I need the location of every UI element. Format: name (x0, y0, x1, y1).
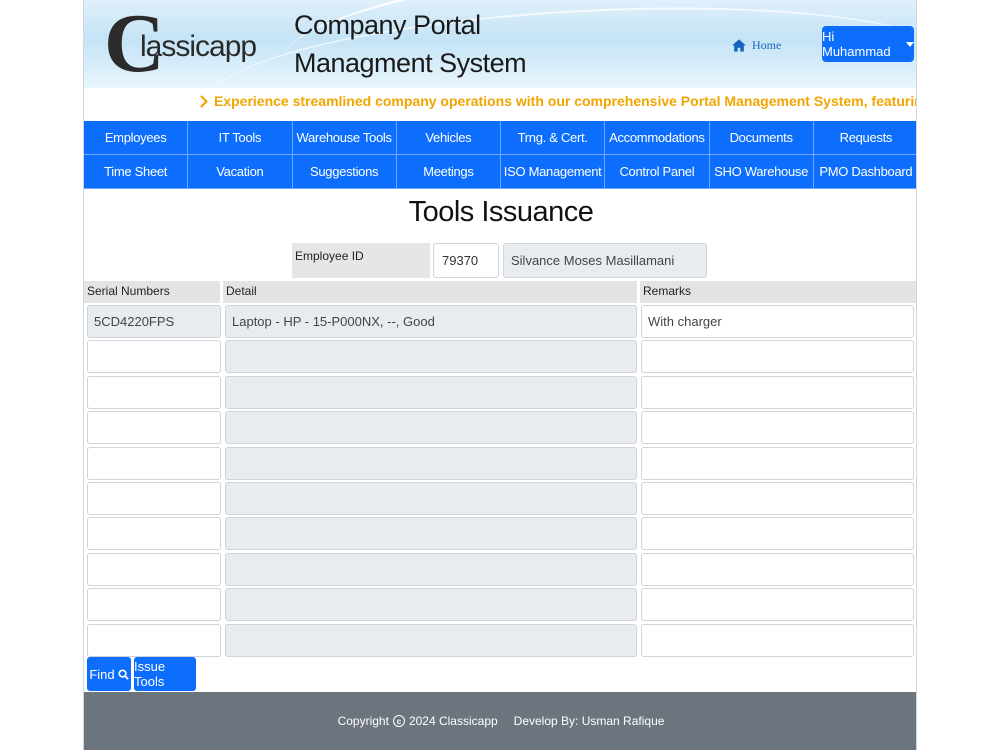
nav-item-it-tools[interactable]: IT Tools (188, 121, 293, 155)
remarks-input[interactable] (641, 375, 914, 409)
company-title-line2: Managment System (294, 48, 527, 78)
logo-text: lassicapp (140, 30, 257, 63)
page-title: Tools Issuance (408, 196, 594, 228)
table-row (84, 375, 916, 410)
serial-number-input[interactable] (87, 552, 221, 586)
copyright-label: Copyright (337, 714, 389, 728)
table-row (84, 623, 916, 658)
company-title-line1: Company Portal (294, 10, 481, 40)
detail-field (225, 552, 637, 586)
detail-field (225, 340, 637, 374)
nav-item-accommodations[interactable]: Accommodations (605, 121, 710, 155)
nav-item-pmo-dashboard[interactable]: PMO Dashboard (813, 155, 916, 189)
remarks-input[interactable] (641, 411, 914, 445)
nav-item-iso-management[interactable]: ISO Management (501, 155, 606, 189)
detail-field (225, 517, 637, 551)
table-row (84, 446, 916, 481)
table-row (84, 481, 916, 516)
table-row (84, 410, 916, 445)
announcement-marquee: Experience streamlined company operation… (84, 88, 916, 118)
table-row (84, 587, 916, 622)
serial-number-input[interactable] (87, 340, 221, 374)
detail-field (225, 588, 637, 622)
serial-number-input[interactable]: 5CD4220FPS (87, 305, 221, 338)
table-row (84, 516, 916, 551)
nav-item-meetings[interactable]: Meetings (396, 155, 501, 189)
header-remarks: Remarks (640, 281, 916, 303)
serial-number-input[interactable] (87, 446, 221, 480)
nav-item-requests[interactable]: Requests (813, 121, 916, 155)
copyright-icon: c (392, 715, 405, 727)
footer: Copyright c 2024 Classicapp Develop By: … (84, 692, 916, 750)
user-menu-button[interactable]: Hi Muhammad (822, 26, 914, 62)
serial-number-input[interactable] (87, 375, 221, 409)
remarks-input[interactable]: With charger (641, 305, 914, 338)
remarks-input[interactable] (641, 340, 914, 374)
table-row (84, 552, 916, 587)
serial-number-input[interactable] (87, 588, 221, 622)
nav-item-suggestions[interactable]: Suggestions (292, 155, 397, 189)
employee-name-field: Silvance Moses Masillamani (503, 243, 707, 278)
nav-item-control-panel[interactable]: Control Panel (605, 155, 710, 189)
remarks-input[interactable] (641, 552, 914, 586)
caret-down-icon (906, 41, 914, 47)
detail-field (225, 623, 637, 657)
header: C lassicapp Company Portal Managment Sys… (84, 0, 916, 88)
employee-id-label: Employee ID (292, 243, 430, 278)
employee-id-input[interactable]: 79370 (433, 243, 499, 278)
header-serial-numbers: Serial Numbers (84, 281, 220, 303)
chevron-right-icon (200, 94, 208, 108)
remarks-input[interactable] (641, 517, 914, 551)
nav-item-documents[interactable]: Documents (709, 121, 814, 155)
home-link[interactable]: Home (732, 38, 781, 53)
nav-item-training-certification[interactable]: Trng. & Cert. (501, 121, 606, 155)
tools-table: 5CD4220FPS Laptop - HP - 15-P000NX, --, G… (84, 304, 916, 658)
serial-number-input[interactable] (87, 411, 221, 445)
footer-year-company: 2024 Classicapp (408, 714, 498, 728)
serial-number-input[interactable] (87, 481, 221, 515)
table-row (84, 339, 916, 374)
search-icon (118, 668, 129, 680)
serial-number-input[interactable] (87, 623, 221, 657)
table-row: 5CD4220FPS Laptop - HP - 15-P000NX, --, G… (84, 304, 916, 339)
remarks-input[interactable] (641, 588, 914, 622)
company-title: Company Portal Managment System (294, 6, 527, 82)
logo: C lassicapp (104, 2, 257, 86)
nav-item-time-sheet[interactable]: Time Sheet (84, 155, 189, 189)
nav-item-vehicles[interactable]: Vehicles (396, 121, 501, 155)
marquee-text: Experience streamlined company operation… (214, 93, 916, 109)
find-label: Find (89, 666, 115, 682)
find-button[interactable]: Find (87, 657, 131, 691)
nav-item-sho-warehouse[interactable]: SHO Warehouse (709, 155, 814, 189)
remarks-input[interactable] (641, 446, 914, 480)
home-label: Home (752, 38, 782, 52)
footer-developer: Develop By: Usman Rafique (513, 714, 665, 728)
issue-tools-button[interactable]: Issue Tools (134, 657, 196, 691)
user-label: Hi Muhammad (822, 29, 891, 59)
remarks-input[interactable] (641, 623, 914, 657)
detail-field (225, 375, 637, 409)
main-nav: Employees IT Tools Warehouse Tools Vehic… (84, 121, 916, 189)
detail-field (225, 481, 637, 515)
detail-field (225, 411, 637, 445)
detail-field (225, 446, 637, 480)
detail-field: Laptop - HP - 15-P000NX, --, Good (225, 305, 637, 338)
marquee-content: Experience streamlined company operation… (200, 93, 916, 109)
nav-item-employees[interactable]: Employees (84, 121, 189, 155)
nav-item-warehouse-tools[interactable]: Warehouse Tools (292, 121, 397, 155)
header-detail: Detail (223, 281, 637, 303)
remarks-input[interactable] (641, 481, 914, 515)
app-frame: C lassicapp Company Portal Managment Sys… (83, 0, 917, 750)
home-icon (732, 39, 746, 52)
serial-number-input[interactable] (87, 517, 221, 551)
nav-item-vacation[interactable]: Vacation (188, 155, 293, 189)
